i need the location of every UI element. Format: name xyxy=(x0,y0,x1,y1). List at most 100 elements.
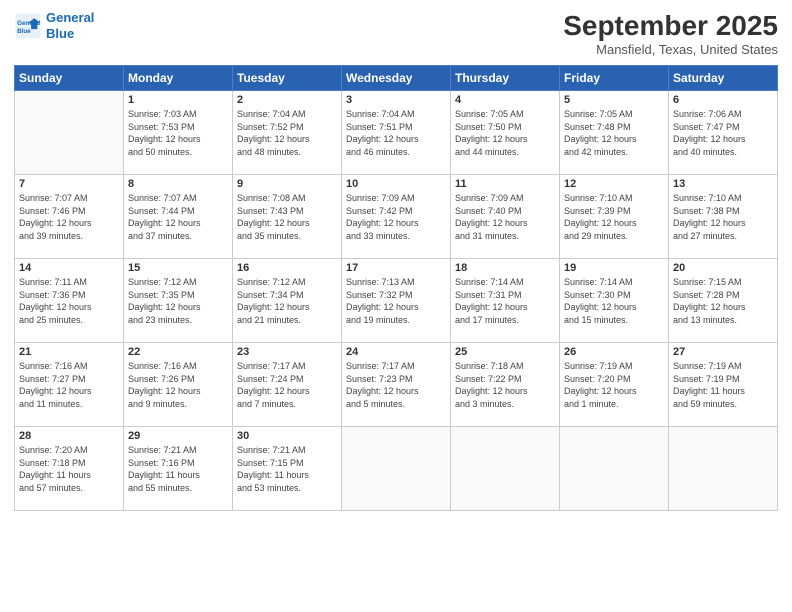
day-info: Sunrise: 7:04 AM Sunset: 7:51 PM Dayligh… xyxy=(346,108,446,158)
table-cell: 5 Sunrise: 7:05 AM Sunset: 7:48 PM Daylig… xyxy=(560,91,669,175)
day-info: Sunrise: 7:15 AM Sunset: 7:28 PM Dayligh… xyxy=(673,276,773,326)
table-cell xyxy=(560,427,669,511)
day-number: 28 xyxy=(19,430,119,442)
table-cell: 2 Sunrise: 7:04 AM Sunset: 7:52 PM Daylig… xyxy=(233,91,342,175)
logo-text: General Blue xyxy=(46,10,94,41)
day-info: Sunrise: 7:11 AM Sunset: 7:36 PM Dayligh… xyxy=(19,276,119,326)
day-info: Sunrise: 7:09 AM Sunset: 7:42 PM Dayligh… xyxy=(346,192,446,242)
table-cell: 9Sunrise: 7:08 AM Sunset: 7:43 PM Daylig… xyxy=(233,175,342,259)
day-number: 6 xyxy=(673,94,773,106)
day-number: 4 xyxy=(455,94,555,106)
day-number: 10 xyxy=(346,178,446,190)
table-cell xyxy=(342,427,451,511)
table-cell: 29 Sunrise: 7:21 AM Sunset: 7:16 PM Dayli… xyxy=(124,427,233,511)
table-cell: 17 Sunrise: 7:13 AM Sunset: 7:32 PM Dayli… xyxy=(342,259,451,343)
day-number: 13 xyxy=(673,178,773,190)
day-info: Sunrise: 7:19 AM Sunset: 7:19 PM Dayligh… xyxy=(673,360,773,410)
day-number: 17 xyxy=(346,262,446,274)
day-info: Sunrise: 7:21 AM Sunset: 7:16 PM Dayligh… xyxy=(128,444,228,494)
table-cell: 3 Sunrise: 7:04 AM Sunset: 7:51 PM Daylig… xyxy=(342,91,451,175)
table-cell: 19 Sunrise: 7:14 AM Sunset: 7:30 PM Dayli… xyxy=(560,259,669,343)
table-cell: 28 Sunrise: 7:20 AM Sunset: 7:18 PM Dayli… xyxy=(15,427,124,511)
day-info: Sunrise: 7:09 AM Sunset: 7:40 PM Dayligh… xyxy=(455,192,555,242)
week-row-2: 7Sunrise: 7:07 AM Sunset: 7:46 PM Daylig… xyxy=(15,175,778,259)
svg-text:Blue: Blue xyxy=(17,28,31,35)
day-number: 18 xyxy=(455,262,555,274)
table-cell: 12Sunrise: 7:10 AM Sunset: 7:39 PM Dayli… xyxy=(560,175,669,259)
day-info: Sunrise: 7:03 AM Sunset: 7:53 PM Dayligh… xyxy=(128,108,228,158)
week-row-1: 1 Sunrise: 7:03 AM Sunset: 7:53 PM Daylig… xyxy=(15,91,778,175)
day-info: Sunrise: 7:12 AM Sunset: 7:34 PM Dayligh… xyxy=(237,276,337,326)
day-info: Sunrise: 7:07 AM Sunset: 7:44 PM Dayligh… xyxy=(128,192,228,242)
day-info: Sunrise: 7:21 AM Sunset: 7:15 PM Dayligh… xyxy=(237,444,337,494)
header-saturday: Saturday xyxy=(669,66,778,91)
week-row-3: 14 Sunrise: 7:11 AM Sunset: 7:36 PM Dayli… xyxy=(15,259,778,343)
day-number: 11 xyxy=(455,178,555,190)
page: General Blue General Blue September 2025… xyxy=(0,0,792,612)
day-number: 1 xyxy=(128,94,228,106)
day-info: Sunrise: 7:19 AM Sunset: 7:20 PM Dayligh… xyxy=(564,360,664,410)
header-sunday: Sunday xyxy=(15,66,124,91)
table-cell: 22 Sunrise: 7:16 AM Sunset: 7:26 PM Dayli… xyxy=(124,343,233,427)
table-cell: 11 Sunrise: 7:09 AM Sunset: 7:40 PM Dayli… xyxy=(451,175,560,259)
day-info: Sunrise: 7:14 AM Sunset: 7:30 PM Dayligh… xyxy=(564,276,664,326)
table-cell: 21Sunrise: 7:16 AM Sunset: 7:27 PM Dayli… xyxy=(15,343,124,427)
calendar-subtitle: Mansfield, Texas, United States xyxy=(563,42,778,57)
logo-icon: General Blue xyxy=(14,12,42,40)
table-cell: 23Sunrise: 7:17 AM Sunset: 7:24 PM Dayli… xyxy=(233,343,342,427)
day-number: 7 xyxy=(19,178,119,190)
day-info: Sunrise: 7:16 AM Sunset: 7:26 PM Dayligh… xyxy=(128,360,228,410)
day-number: 25 xyxy=(455,346,555,358)
table-cell: 4Sunrise: 7:05 AM Sunset: 7:50 PM Daylig… xyxy=(451,91,560,175)
header-monday: Monday xyxy=(124,66,233,91)
calendar-table: Sunday Monday Tuesday Wednesday Thursday… xyxy=(14,65,778,511)
table-cell: 30 Sunrise: 7:21 AM Sunset: 7:15 PM Dayli… xyxy=(233,427,342,511)
title-area: September 2025 Mansfield, Texas, United … xyxy=(563,10,778,57)
day-number: 27 xyxy=(673,346,773,358)
table-cell: 15Sunrise: 7:12 AM Sunset: 7:35 PM Dayli… xyxy=(124,259,233,343)
table-cell: 27 Sunrise: 7:19 AM Sunset: 7:19 PM Dayli… xyxy=(669,343,778,427)
day-number: 30 xyxy=(237,430,337,442)
table-cell xyxy=(451,427,560,511)
header-wednesday: Wednesday xyxy=(342,66,451,91)
day-info: Sunrise: 7:14 AM Sunset: 7:31 PM Dayligh… xyxy=(455,276,555,326)
day-number: 3 xyxy=(346,94,446,106)
table-cell: 10 Sunrise: 7:09 AM Sunset: 7:42 PM Dayli… xyxy=(342,175,451,259)
day-info: Sunrise: 7:13 AM Sunset: 7:32 PM Dayligh… xyxy=(346,276,446,326)
day-number: 9 xyxy=(237,178,337,190)
table-cell: 8 Sunrise: 7:07 AM Sunset: 7:44 PM Daylig… xyxy=(124,175,233,259)
table-cell xyxy=(669,427,778,511)
day-number: 22 xyxy=(128,346,228,358)
calendar-title: September 2025 xyxy=(563,10,778,42)
day-info: Sunrise: 7:20 AM Sunset: 7:18 PM Dayligh… xyxy=(19,444,119,494)
day-number: 20 xyxy=(673,262,773,274)
day-number: 2 xyxy=(237,94,337,106)
day-info: Sunrise: 7:05 AM Sunset: 7:48 PM Dayligh… xyxy=(564,108,664,158)
table-cell: 6 Sunrise: 7:06 AM Sunset: 7:47 PM Daylig… xyxy=(669,91,778,175)
table-cell: 16 Sunrise: 7:12 AM Sunset: 7:34 PM Dayli… xyxy=(233,259,342,343)
day-number: 19 xyxy=(564,262,664,274)
day-number: 29 xyxy=(128,430,228,442)
table-cell: 20 Sunrise: 7:15 AM Sunset: 7:28 PM Dayli… xyxy=(669,259,778,343)
week-row-5: 28 Sunrise: 7:20 AM Sunset: 7:18 PM Dayli… xyxy=(15,427,778,511)
logo: General Blue General Blue xyxy=(14,10,94,41)
day-number: 5 xyxy=(564,94,664,106)
table-cell: 7Sunrise: 7:07 AM Sunset: 7:46 PM Daylig… xyxy=(15,175,124,259)
day-number: 16 xyxy=(237,262,337,274)
day-number: 8 xyxy=(128,178,228,190)
week-row-4: 21Sunrise: 7:16 AM Sunset: 7:27 PM Dayli… xyxy=(15,343,778,427)
day-number: 21 xyxy=(19,346,119,358)
table-cell xyxy=(15,91,124,175)
table-cell: 13 Sunrise: 7:10 AM Sunset: 7:38 PM Dayli… xyxy=(669,175,778,259)
day-number: 14 xyxy=(19,262,119,274)
day-info: Sunrise: 7:06 AM Sunset: 7:47 PM Dayligh… xyxy=(673,108,773,158)
day-number: 26 xyxy=(564,346,664,358)
day-info: Sunrise: 7:04 AM Sunset: 7:52 PM Dayligh… xyxy=(237,108,337,158)
calendar-header-row: Sunday Monday Tuesday Wednesday Thursday… xyxy=(15,66,778,91)
day-info: Sunrise: 7:18 AM Sunset: 7:22 PM Dayligh… xyxy=(455,360,555,410)
table-cell: 18 Sunrise: 7:14 AM Sunset: 7:31 PM Dayli… xyxy=(451,259,560,343)
day-info: Sunrise: 7:12 AM Sunset: 7:35 PM Dayligh… xyxy=(128,276,228,326)
day-number: 12 xyxy=(564,178,664,190)
day-info: Sunrise: 7:10 AM Sunset: 7:38 PM Dayligh… xyxy=(673,192,773,242)
day-number: 23 xyxy=(237,346,337,358)
